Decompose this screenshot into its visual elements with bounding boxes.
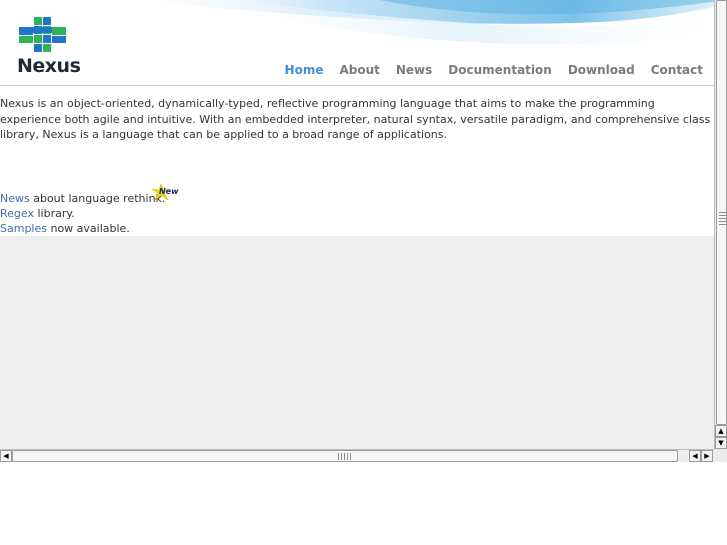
nav-download[interactable]: Download [560,63,643,77]
news-item-text: library. [33,207,75,220]
news-item-text: about language rethink. [29,192,166,205]
logo-wordmark[interactable]: Nexus [17,55,81,77]
scroll-down-arrow-icon[interactable]: ▼ [715,437,727,449]
news-item-text: now available. [46,222,130,235]
news-item-rethink: News about language rethink. [0,191,165,206]
nav-about[interactable]: About [331,63,387,77]
new-badge: New [152,184,182,202]
news-item-regex: Regex library. [0,206,75,221]
vertical-scrollbar[interactable]: ▲ ▼ [714,0,727,449]
horizontal-scroll-thumb[interactable] [12,450,678,462]
regex-link[interactable]: Regex [0,207,34,220]
samples-link[interactable]: Samples [0,222,47,235]
scroll-left-arrow-icon[interactable]: ◀ [0,450,12,462]
scroll-right-arrow-icon[interactable]: ▶ [701,450,713,462]
scroll-up-arrow-icon[interactable]: ▲ [715,425,727,437]
nav-contact[interactable]: Contact [643,63,711,77]
main-content: Nexus is an object-oriented, dynamically… [0,86,714,236]
page-viewport: Nexus Home About News Documentation Down… [0,0,714,449]
news-item-samples: Samples now available. [0,221,130,236]
thumb-grip [719,211,726,225]
nav-home[interactable]: Home [277,63,332,77]
intro-paragraph: Nexus is an object-oriented, dynamically… [0,97,711,141]
new-badge-label: New [159,187,179,196]
main-nav: Home About News Documentation Download C… [277,63,711,77]
nav-documentation[interactable]: Documentation [440,63,560,77]
nav-news[interactable]: News [388,63,440,77]
horizontal-scrollbar[interactable]: ◀ ◀ ▶ [0,449,714,462]
scrollbar-corner [714,449,727,462]
site-header: Nexus Home About News Documentation Down… [0,0,714,86]
thumb-grip [338,453,352,460]
news-link[interactable]: News [0,192,30,205]
vertical-scroll-thumb[interactable] [716,0,727,425]
scroll-left-arrow-icon-2[interactable]: ◀ [689,450,701,462]
